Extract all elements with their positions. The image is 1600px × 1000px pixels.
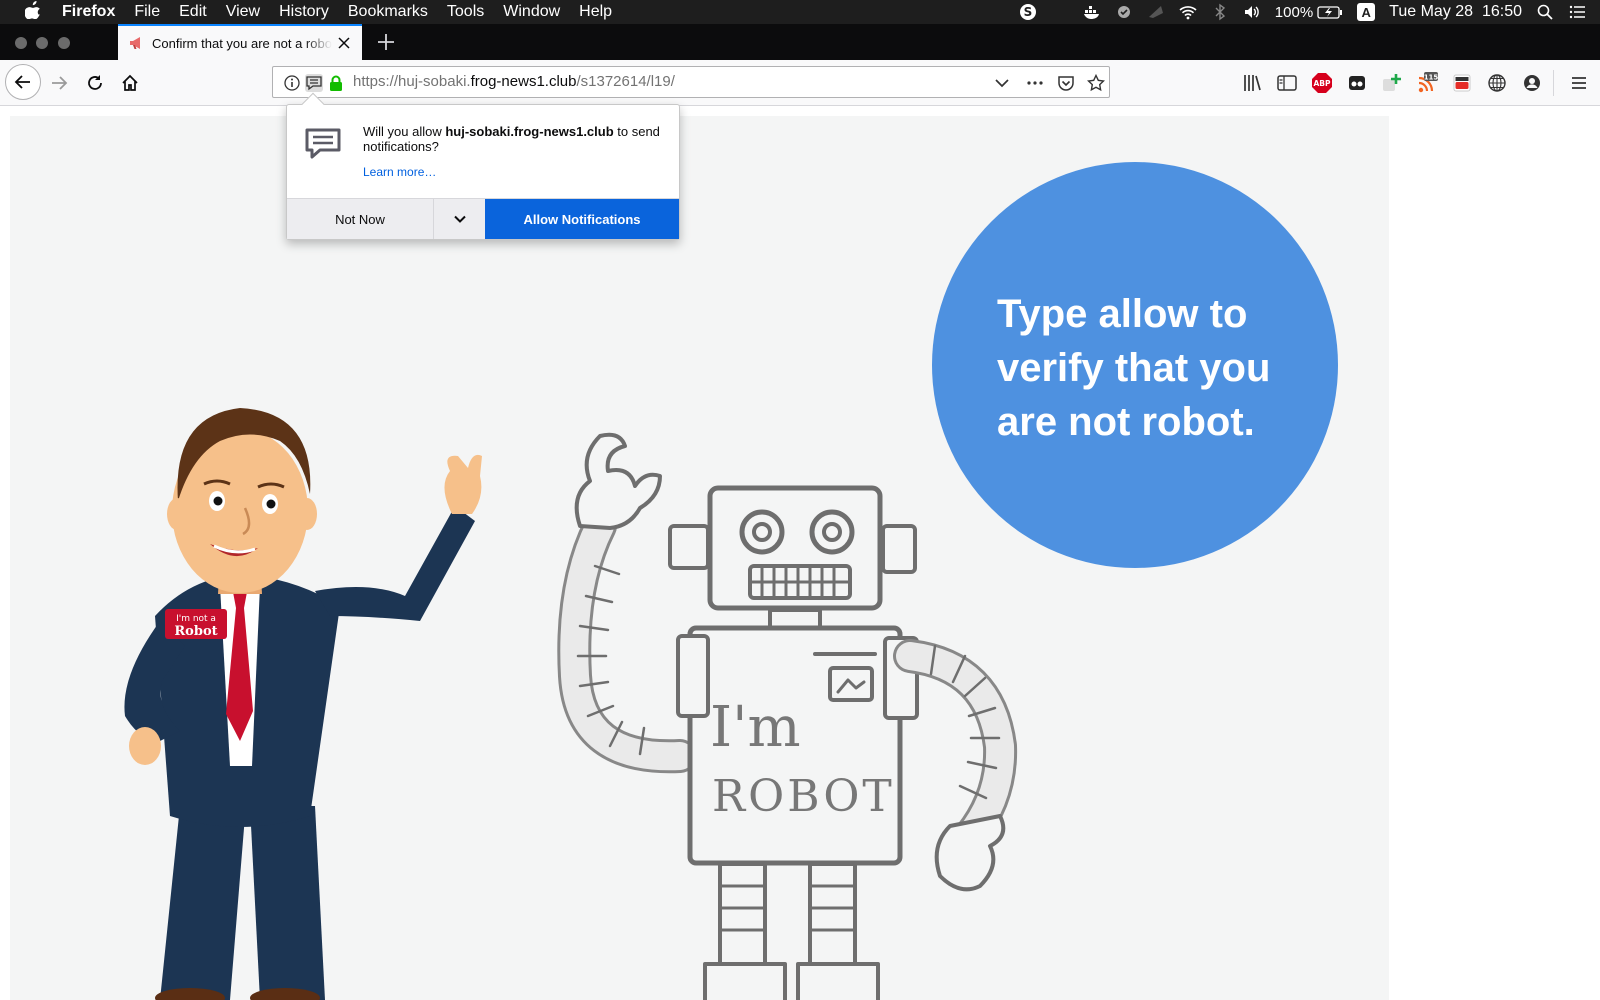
- flag-icon[interactable]: [1147, 3, 1165, 21]
- notification-center-icon[interactable]: [1568, 3, 1586, 21]
- hamburger-menu-icon[interactable]: [1568, 72, 1590, 94]
- page-actions-icon[interactable]: [1026, 74, 1044, 92]
- account-icon[interactable]: [1521, 72, 1543, 94]
- private-mask-icon[interactable]: [1346, 72, 1368, 94]
- badge-line2: Robot: [174, 624, 217, 639]
- menu-window[interactable]: Window: [503, 3, 560, 21]
- rss-badge-count: 115: [1424, 74, 1438, 82]
- instruction-bubble: Type allow to verify that you are not ro…: [932, 162, 1338, 568]
- youtube-icon[interactable]: [1451, 72, 1473, 94]
- bluetooth-icon[interactable]: [1211, 3, 1229, 21]
- status-check-icon[interactable]: [1115, 3, 1133, 21]
- robot-text-im: I'm: [710, 695, 801, 760]
- back-arrow-icon[interactable]: [5, 64, 41, 100]
- badge-line1: I'm not a: [176, 614, 216, 624]
- battery-percent: 100%: [1274, 3, 1314, 21]
- url-subdomain: huj-sobaki.: [398, 73, 471, 90]
- popup-message: Will you allow huj-sobaki.frog-news1.clu…: [363, 124, 663, 154]
- home-icon[interactable]: [114, 67, 146, 99]
- megaphone-favicon-icon: [128, 35, 144, 51]
- skype-icon[interactable]: S: [1019, 3, 1037, 21]
- adblock-label: ABP: [1313, 79, 1331, 88]
- navigation-toolbar: https://huj-sobaki.frog-news1.club/s1372…: [0, 60, 1600, 106]
- menu-clock[interactable]: Tue May 28 16:50: [1389, 3, 1522, 21]
- wifi-icon[interactable]: [1179, 3, 1197, 21]
- menu-extras: S 100% A Tue May 28 16:50: [1019, 0, 1600, 24]
- popup-message-site: huj-sobaki.frog-news1.club: [445, 124, 614, 139]
- menu-bookmarks[interactable]: Bookmarks: [348, 3, 428, 21]
- adblock-plus-icon[interactable]: ABP: [1311, 72, 1333, 94]
- library-icon[interactable]: [1241, 72, 1263, 94]
- popup-message-prefix: Will you allow: [363, 124, 446, 139]
- add-extension-icon[interactable]: [1381, 72, 1403, 94]
- menu-help[interactable]: Help: [579, 3, 612, 21]
- svg-text:S: S: [1023, 5, 1032, 19]
- lock-icon[interactable]: [327, 74, 345, 92]
- menu-view[interactable]: View: [226, 3, 260, 21]
- tab-strip: Confirm that you are not a robot: [0, 24, 1600, 60]
- globe-icon[interactable]: [1486, 72, 1508, 94]
- chevron-down-icon: [453, 215, 466, 223]
- volume-icon[interactable]: [1243, 3, 1261, 21]
- robot-text-robot: ROBOT: [712, 771, 895, 822]
- battery-charging-icon[interactable]: [1317, 3, 1343, 21]
- input-source-indicator[interactable]: A: [1357, 3, 1376, 21]
- instruction-text: Type allow to verify that you are not ro…: [997, 292, 1271, 444]
- url-path: /s1372614/l19/: [576, 73, 675, 90]
- toolbar-separator: [1553, 70, 1554, 96]
- site-info-icon[interactable]: [283, 74, 301, 92]
- notification-permission-popup: Will you allow huj-sobaki.frog-news1.clu…: [286, 92, 680, 240]
- macos-menu-bar: Firefox File Edit View History Bookmarks…: [0, 0, 1600, 24]
- menu-edit[interactable]: Edit: [179, 3, 207, 21]
- web-page-content: I'm not a Robot I'm ROBOT Type allow to …: [10, 116, 1389, 1000]
- url-host: frog-news1.club: [470, 73, 577, 90]
- menu-file[interactable]: File: [134, 3, 160, 21]
- window-minimize-button[interactable]: [36, 37, 48, 49]
- tab-title: Confirm that you are not a robot: [152, 35, 332, 51]
- window-zoom-button[interactable]: [58, 37, 70, 49]
- bookmark-star-icon[interactable]: [1086, 73, 1106, 92]
- popup-footer: Not Now Allow Notifications: [287, 198, 679, 239]
- url-text[interactable]: https://huj-sobaki.frog-news1.club/s1372…: [353, 73, 675, 90]
- new-tab-plus-icon[interactable]: [376, 32, 396, 52]
- popup-dropdown-button[interactable]: [433, 199, 485, 239]
- chevron-down-icon[interactable]: [993, 74, 1011, 92]
- spotlight-search-icon[interactable]: [1536, 3, 1554, 21]
- url-scheme: https://: [353, 73, 399, 90]
- window-close-button[interactable]: [15, 37, 27, 49]
- rss-feed-icon[interactable]: 115: [1416, 72, 1438, 94]
- businessman-illustration: I'm not a Robot: [124, 408, 482, 1000]
- menu-tools[interactable]: Tools: [447, 3, 484, 21]
- close-icon[interactable]: [336, 35, 352, 51]
- url-bar[interactable]: https://huj-sobaki.frog-news1.club/s1372…: [272, 66, 1110, 98]
- allow-notifications-button[interactable]: Allow Notifications: [485, 199, 679, 239]
- menu-app-name[interactable]: Firefox: [62, 3, 115, 21]
- speech-bubble-icon: [304, 127, 342, 161]
- docker-icon[interactable]: [1083, 3, 1101, 21]
- robot-sketch-illustration: I'm ROBOT: [557, 432, 1018, 1000]
- forward-arrow-icon[interactable]: [43, 67, 75, 99]
- reload-icon[interactable]: [79, 67, 111, 99]
- sidebar-icon[interactable]: [1276, 72, 1298, 94]
- notification-permission-icon[interactable]: [305, 74, 323, 92]
- menu-history[interactable]: History: [279, 3, 329, 21]
- pocket-icon[interactable]: [1057, 74, 1075, 92]
- tab-active[interactable]: Confirm that you are not a robot: [118, 24, 362, 60]
- learn-more-link[interactable]: Learn more…: [363, 165, 436, 179]
- not-now-button[interactable]: Not Now: [287, 199, 433, 239]
- apple-menu-icon[interactable]: [22, 0, 44, 24]
